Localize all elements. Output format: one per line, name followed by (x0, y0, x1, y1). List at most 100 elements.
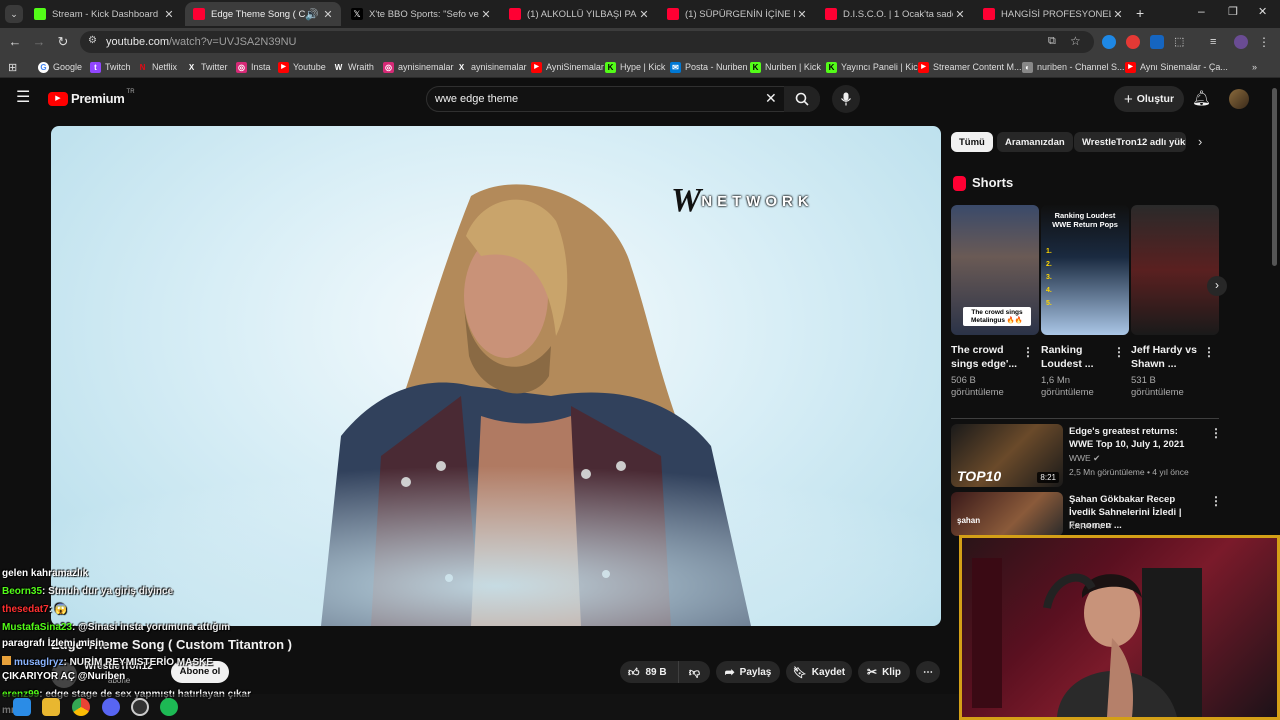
recommendation-menu-icon[interactable]: ⋮ (1210, 426, 1222, 440)
site-info-icon[interactable]: ⚙ (88, 35, 97, 46)
browser-tab-disco[interactable]: D.I.S.C.O. | 1 Ocak'ta sadece sin ✕ (817, 2, 973, 26)
restore-button[interactable]: ❐ (1228, 5, 1238, 18)
bookmark-yayinci-paneli[interactable]: K Yayıncı Paneli | Kick (826, 60, 922, 74)
close-tab-icon[interactable]: ✕ (637, 8, 651, 21)
shield-extension-icon[interactable] (1150, 35, 1164, 49)
close-tab-icon[interactable]: ✕ (162, 8, 176, 21)
speaker-icon[interactable]: 🔊 (305, 8, 319, 21)
google-icon: G (38, 61, 49, 73)
create-button[interactable]: + Oluştur (1114, 86, 1184, 112)
discord-icon[interactable] (102, 698, 120, 716)
bookmark-nuriben-channel[interactable]: ◐ nuriben - Channel S... (1022, 60, 1125, 74)
windows-start-icon[interactable] (13, 698, 31, 716)
bookmark-aynisinemalar-yt[interactable]: ▶ AyniSinemalar (531, 60, 604, 74)
bookmark-twitter[interactable]: X Twitter (186, 60, 228, 74)
clear-search-icon[interactable]: ✕ (765, 90, 777, 107)
short-title[interactable]: The crowd sings edge'... (951, 343, 1025, 371)
voice-search-button[interactable] (832, 85, 860, 113)
browser-tab-supurge[interactable]: (1) SÜPÜRGENİN İÇİNE MAYTAP ✕ (659, 2, 815, 26)
share-button[interactable]: ➦ Paylaş (716, 661, 780, 683)
dislike-button[interactable]: 👎︎ (678, 661, 710, 683)
short-thumbnail[interactable]: Ranking Loudest WWE Return Pops 1. 2. 3. 4.… (1041, 205, 1129, 335)
bookmark-youtube[interactable]: ▶ Youtube (278, 60, 326, 74)
recommendation-thumbnail[interactable]: şahan (951, 492, 1063, 536)
spotify-icon[interactable] (160, 698, 178, 716)
forward-button[interactable]: → (30, 33, 48, 51)
bookmark-streamer-content[interactable]: ▶ Streamer Content M... (918, 60, 1022, 74)
minimize-button[interactable]: – (1198, 4, 1205, 18)
chip-uploaded-by[interactable]: WrestleTron12 adlı yükle (1074, 132, 1186, 152)
puzzle-extensions-icon[interactable]: ⬚ (1174, 35, 1188, 49)
close-tab-icon[interactable]: ✕ (953, 8, 967, 21)
browser-tab-alkollu[interactable]: (1) ALKOLLÜ YILBAŞI PAKETLERİ ✕ (501, 2, 657, 26)
new-tab-button[interactable]: + (1136, 5, 1144, 21)
save-button[interactable]: 🔖︎ Kaydet (786, 661, 852, 683)
bookmark-insta[interactable]: ◎ Insta (236, 60, 271, 74)
recommendation-channel[interactable]: KAFA TV ✔ (1069, 521, 1113, 532)
close-tab-icon[interactable]: ✕ (321, 8, 335, 21)
recommendation-title[interactable]: Edge's greatest returns: WWE Top 10, Jul… (1069, 425, 1199, 451)
short-menu-icon[interactable]: ⋮ (1022, 345, 1034, 359)
short-menu-icon[interactable]: ⋮ (1113, 345, 1125, 359)
file-explorer-icon[interactable] (42, 698, 60, 716)
close-tab-icon[interactable]: ✕ (1111, 8, 1125, 21)
reload-button[interactable]: ↻ (54, 33, 72, 51)
close-tab-icon[interactable]: ✕ (795, 8, 809, 21)
search-button[interactable] (784, 86, 820, 112)
like-button[interactable]: 👍︎ 89 B (620, 661, 678, 683)
bookmark-ayni-sinemalar[interactable]: ▶ Aynı Sinemalar - Ça... (1125, 60, 1228, 74)
close-window-button[interactable]: ✕ (1258, 5, 1267, 18)
short-thumbnail[interactable] (1131, 205, 1219, 335)
bookmark-aynisinemalar-x[interactable]: Xaynisinemalar (456, 60, 527, 74)
media-controls-icon[interactable]: ≡ (1210, 35, 1224, 49)
more-actions-button[interactable]: ⋯ (916, 661, 940, 683)
recommendation-thumbnail[interactable]: TOP10 8:21 (951, 424, 1063, 487)
chrome-icon[interactable] (72, 698, 90, 716)
apps-icon[interactable]: ⊞ (8, 60, 17, 74)
chips-next-icon[interactable]: › (1198, 134, 1202, 149)
obs-icon[interactable] (131, 698, 149, 716)
bookmark-aynisinemalar-insta[interactable]: ◎ aynisinemalar (383, 60, 454, 74)
bookmark-google[interactable]: G Google (38, 60, 82, 74)
clip-button[interactable]: ✂ Klip (858, 661, 910, 683)
short-thumbnail[interactable]: The crowd sings Metalingus 🔥🔥 (951, 205, 1039, 335)
extension-icon[interactable] (1126, 35, 1140, 49)
short-title[interactable]: Jeff Hardy vs Shawn ... (1131, 343, 1205, 371)
more-bookmarks-icon[interactable]: » (1252, 60, 1257, 74)
bookmark-netflix[interactable]: N Netflix (137, 60, 177, 74)
browser-tab-bbo-sports[interactable]: 𝕏 X'te BBO Sports: "Sefo ve Must ✕ (343, 2, 499, 26)
browser-tab-futbol[interactable]: HANGİSİ PROFESYONEL FUTBO ✕ (975, 2, 1131, 26)
short-menu-icon[interactable]: ⋮ (1203, 345, 1215, 359)
shorts-next-button[interactable]: › (1207, 276, 1227, 296)
bookmark-star-icon[interactable]: ☆ (1070, 34, 1081, 48)
browser-menu-icon[interactable]: ⋮ (1258, 35, 1272, 49)
tab-search-button[interactable]: ⌄ (5, 5, 23, 23)
browser-tab-kick-dashboard[interactable]: Stream - Kick Dashboard ✕ (26, 2, 182, 26)
chip-all[interactable]: Tümü (951, 132, 993, 152)
search-input[interactable]: wwe edge theme ✕ (426, 86, 820, 112)
short-title[interactable]: Ranking Loudest ... (1041, 343, 1115, 371)
video-player[interactable]: W NETWORK (51, 126, 941, 626)
address-bar[interactable]: ⚙ youtube.com/watch?v=UVJSA2N39NU ⧉ ☆ (80, 31, 1094, 53)
browser-tab-edge-theme[interactable]: Edge Theme Song ( Custom 🔊 ✕ (185, 2, 341, 26)
bookmark-twitch[interactable]: t Twitch (90, 60, 131, 74)
bookmark-label: Youtube (293, 62, 326, 72)
bookmark-hype-kick[interactable]: K Hype | Kick (605, 60, 665, 74)
back-button[interactable]: ← (6, 33, 24, 51)
hamburger-menu-icon[interactable]: ☰ (16, 90, 30, 106)
extension-icon[interactable] (1102, 35, 1116, 49)
recommendation-channel[interactable]: WWE ✔ (1069, 453, 1100, 464)
recommendation-menu-icon[interactable]: ⋮ (1210, 494, 1222, 508)
page-scrollbar[interactable] (1272, 88, 1277, 266)
bookmark-label: Twitter (201, 62, 228, 72)
notifications-bell-icon[interactable]: 🔔︎ (1192, 89, 1211, 107)
chip-from-search[interactable]: Aramanızdan (997, 132, 1073, 152)
bookmark-posta[interactable]: ✉ Posta - Nuriben (670, 60, 748, 74)
youtube-logo[interactable]: ▶ Premium TR (48, 89, 135, 106)
bookmark-nuriben-kick[interactable]: K Nuriben | Kick (750, 60, 821, 74)
install-icon[interactable]: ⧉ (1048, 35, 1056, 48)
profile-avatar-icon[interactable] (1234, 35, 1248, 49)
account-avatar[interactable] (1229, 89, 1249, 109)
close-tab-icon[interactable]: ✕ (479, 8, 493, 21)
bookmark-wraith[interactable]: W Wraith (333, 60, 374, 74)
